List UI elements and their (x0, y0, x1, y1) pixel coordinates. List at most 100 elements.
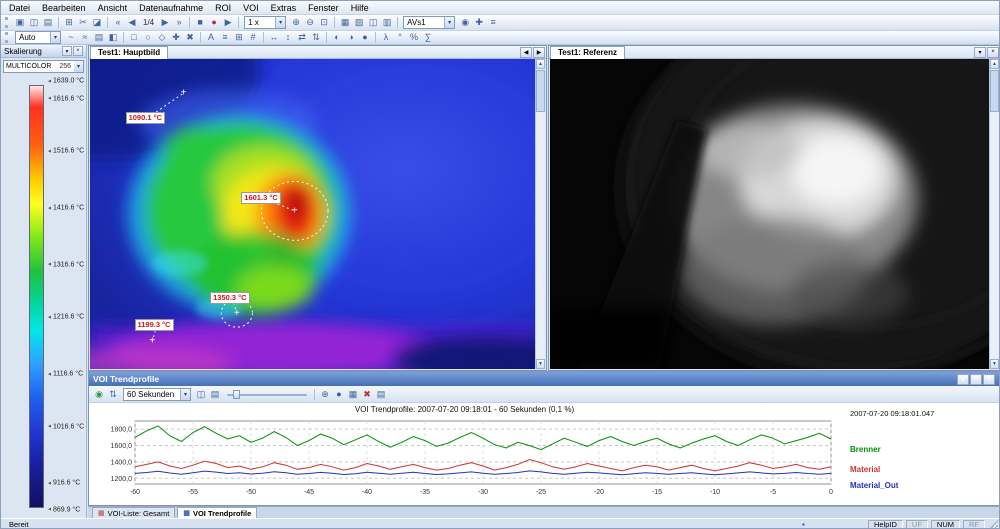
main-window-tab[interactable]: Test1: Hauptbild (90, 46, 168, 59)
tool-icon[interactable]: ↔ (267, 31, 281, 44)
color-scale-bar[interactable] (29, 85, 44, 508)
trend-maximize-button[interactable]: □ (970, 374, 982, 385)
chevron-down-icon[interactable]: ▾ (180, 389, 190, 400)
tool-icon[interactable]: ◫ (27, 16, 41, 29)
tool-icon[interactable]: % (407, 31, 421, 44)
menu-roi[interactable]: ROI (209, 2, 237, 14)
tool-icon[interactable]: ◑ (344, 31, 358, 44)
tool-icon[interactable]: ▤ (208, 388, 222, 401)
ref-window-tab[interactable]: Test1: Referenz (550, 46, 625, 59)
scroll-thumb[interactable] (990, 70, 999, 112)
tool-icon[interactable]: λ (379, 31, 393, 44)
tool-icon[interactable]: ✂ (76, 16, 90, 29)
tool-icon[interactable]: ▣ (13, 16, 27, 29)
tool-icon[interactable]: ▤ (92, 31, 106, 44)
tool-icon[interactable]: □ (127, 31, 141, 44)
trend-menu-button[interactable]: ▾ (957, 374, 969, 385)
scaling-panel-titlebar[interactable]: Skalierung ▾ × (1, 45, 86, 58)
tool-icon[interactable]: ⇅ (106, 388, 120, 401)
tool-icon[interactable]: ◫ (194, 388, 208, 401)
tool-icon[interactable]: ▧ (352, 16, 366, 29)
tool-icon[interactable]: ✖ (360, 388, 374, 401)
toolbar-grip[interactable] (5, 32, 10, 43)
thermal-image[interactable]: ++++ 1090.1 °C1601.3 °C1350.3 °C1199.3 °… (90, 59, 535, 369)
tool-icon[interactable]: ∑ (421, 31, 435, 44)
scroll-down-icon[interactable]: ▼ (990, 359, 999, 369)
tool-icon[interactable]: ▶ (221, 16, 235, 29)
nav-right-button[interactable]: ▶ (533, 47, 545, 58)
main-vertical-scrollbar[interactable]: ▲ ▼ (535, 59, 545, 369)
panel-menu-button[interactable]: ▾ (62, 46, 72, 56)
tool-icon[interactable]: ◪ (90, 16, 104, 29)
tool-icon[interactable]: ✖ (183, 31, 197, 44)
tool-icon[interactable]: ◫ (366, 16, 380, 29)
tool-icon[interactable]: ⊕ (289, 16, 303, 29)
tool-icon[interactable]: ▦ (338, 16, 352, 29)
menu-voi[interactable]: VOI (237, 2, 265, 14)
tool-icon[interactable]: ▤ (41, 16, 55, 29)
tool-icon[interactable]: ▤ (374, 388, 388, 401)
window-menu-button[interactable]: ▾ (974, 47, 986, 58)
menu-bearbeiten[interactable]: Bearbeiten (36, 2, 92, 14)
tool-icon[interactable]: ~ (64, 31, 78, 44)
tool-icon[interactable]: ○ (141, 31, 155, 44)
tool-icon[interactable]: ● (207, 16, 221, 29)
tool-icon[interactable]: » (172, 16, 186, 29)
time-slider[interactable] (227, 389, 307, 400)
panel-close-button[interactable]: × (73, 46, 83, 56)
tool-icon[interactable]: ● (332, 388, 346, 401)
tool-icon[interactable]: ⊞ (62, 16, 76, 29)
tool-icon[interactable]: # (246, 31, 260, 44)
tool-icon[interactable]: ✚ (472, 16, 486, 29)
menu-extras[interactable]: Extras (265, 2, 303, 14)
tool-icon[interactable]: ✚ (169, 31, 183, 44)
toolbar-grip[interactable] (5, 17, 10, 28)
palette-combo[interactable]: MULTICOLOR 256 ▾ (3, 60, 84, 73)
chevron-down-icon[interactable]: ▾ (74, 61, 83, 72)
menu-hilfe[interactable]: Hilfe (345, 2, 375, 14)
tool-icon[interactable]: ≈ (78, 31, 92, 44)
tool-icon[interactable]: ◉ (458, 16, 472, 29)
ref-vertical-scrollbar[interactable]: ▲ ▼ (989, 59, 999, 369)
resize-grip[interactable] (988, 520, 998, 529)
auto-scaling-combo[interactable]: Auto ▾ (15, 31, 61, 44)
tool-icon[interactable]: ↕ (281, 31, 295, 44)
tool-icon[interactable]: ⊡ (317, 16, 331, 29)
trend-titlebar[interactable]: VOI Trendprofile ▾ □ × (89, 372, 1000, 386)
tool-icon[interactable]: ⊕ (318, 388, 332, 401)
interval-combo[interactable]: 60 Sekunden ▾ (123, 388, 191, 401)
reference-image[interactable] (550, 59, 989, 369)
chevron-down-icon[interactable]: ▾ (50, 32, 60, 43)
tool-icon[interactable]: ▦ (346, 388, 360, 401)
tool-icon[interactable]: ▥ (380, 16, 394, 29)
scroll-thumb[interactable] (536, 70, 545, 112)
tool-icon[interactable]: ⇅ (309, 31, 323, 44)
tool-icon[interactable]: ⇄ (295, 31, 309, 44)
zoom-combo[interactable]: 1 x ▾ (244, 16, 286, 29)
tab-voi-trendprofile[interactable]: ▦VOI Trendprofile (177, 507, 257, 518)
slider-thumb[interactable] (233, 390, 240, 399)
tool-icon[interactable]: ■ (193, 16, 207, 29)
tool-icon[interactable]: ≡ (218, 31, 232, 44)
tool-icon[interactable]: A (204, 31, 218, 44)
tool-icon[interactable]: ◉ (92, 388, 106, 401)
menu-fenster[interactable]: Fenster (302, 2, 345, 14)
scroll-down-icon[interactable]: ▼ (536, 359, 545, 369)
trend-close-button[interactable]: × (983, 374, 995, 385)
tool-icon[interactable]: « (111, 16, 125, 29)
chevron-down-icon[interactable]: ▾ (444, 17, 454, 28)
scroll-up-icon[interactable]: ▲ (990, 59, 999, 69)
scroll-up-icon[interactable]: ▲ (536, 59, 545, 69)
tool-icon[interactable]: ◐ (330, 31, 344, 44)
menu-datenaufnahme[interactable]: Datenaufnahme (133, 2, 209, 14)
tool-icon[interactable]: ⊞ (232, 31, 246, 44)
trend-chart[interactable]: -60-55-50-45-40-35-30-25-20-15-10-501200… (91, 416, 841, 504)
tool-icon[interactable]: ◇ (155, 31, 169, 44)
menu-datei[interactable]: Datei (3, 2, 36, 14)
tool-icon[interactable]: ▶ (158, 16, 172, 29)
avs-combo[interactable]: AVs1 ▾ (403, 16, 455, 29)
tab-voi-liste-gesamt[interactable]: ▦VOI-Liste: Gesamt (92, 507, 175, 518)
tool-icon[interactable]: ° (393, 31, 407, 44)
tool-icon[interactable]: ⊖ (303, 16, 317, 29)
nav-left-button[interactable]: ◀ (520, 47, 532, 58)
